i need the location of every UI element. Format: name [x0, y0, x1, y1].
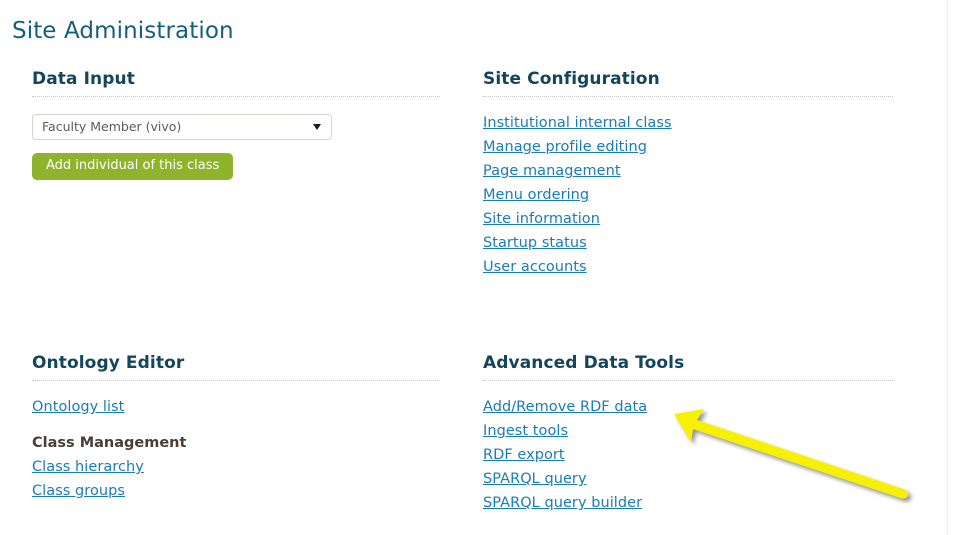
panel-heading-advanced-data-tools: Advanced Data Tools — [483, 353, 685, 373]
page-edge-divider — [947, 0, 948, 535]
link-add-remove-rdf-data[interactable]: Add/Remove RDF data — [483, 395, 647, 419]
list-item: Class hierarchy — [32, 455, 440, 479]
link-user-accounts[interactable]: User accounts — [483, 255, 587, 279]
site-configuration-link-list: Institutional internal class Manage prof… — [483, 111, 893, 279]
ontology-editor-link-list: Ontology list — [32, 395, 440, 419]
panel-heading-site-configuration: Site Configuration — [483, 69, 660, 89]
section-divider — [483, 96, 893, 97]
link-class-groups[interactable]: Class groups — [32, 479, 125, 503]
panel-ontology-editor: Ontology Editor Ontology list Class Mana… — [32, 352, 440, 503]
link-sparql-query[interactable]: SPARQL query — [483, 467, 587, 491]
list-item: Page management — [483, 159, 893, 183]
link-rdf-export[interactable]: RDF export — [483, 443, 565, 467]
advanced-data-tools-link-list: Add/Remove RDF data Ingest tools RDF exp… — [483, 395, 893, 515]
panel-advanced-data-tools: Advanced Data Tools Add/Remove RDF data … — [483, 352, 893, 515]
panel-heading-data-input: Data Input — [32, 69, 135, 89]
list-item: SPARQL query builder — [483, 491, 893, 515]
list-item: Startup status — [483, 231, 893, 255]
list-item: Ingest tools — [483, 419, 893, 443]
list-item: RDF export — [483, 443, 893, 467]
panel-heading-ontology-editor: Ontology Editor — [32, 353, 185, 373]
class-select-value: Faculty Member (vivo) — [42, 119, 182, 134]
section-divider — [32, 380, 440, 381]
list-item: Institutional internal class — [483, 111, 893, 135]
list-item: Site information — [483, 207, 893, 231]
link-class-hierarchy[interactable]: Class hierarchy — [32, 455, 144, 479]
class-management-label: Class Management — [32, 435, 187, 451]
list-item: Ontology list — [32, 395, 440, 419]
list-item: User accounts — [483, 255, 893, 279]
class-select[interactable]: Faculty Member (vivo) — [32, 114, 332, 140]
list-item: Manage profile editing — [483, 135, 893, 159]
link-page-management[interactable]: Page management — [483, 159, 621, 183]
section-divider — [483, 380, 893, 381]
section-divider — [32, 96, 440, 97]
list-item: SPARQL query — [483, 467, 893, 491]
link-menu-ordering[interactable]: Menu ordering — [483, 183, 589, 207]
class-management-link-list: Class hierarchy Class groups — [32, 455, 440, 503]
link-sparql-query-builder[interactable]: SPARQL query builder — [483, 491, 642, 515]
list-item: Class groups — [32, 479, 440, 503]
site-administration-page: Site Administration Data Input Faculty M… — [0, 0, 960, 535]
link-manage-profile-editing[interactable]: Manage profile editing — [483, 135, 647, 159]
link-startup-status[interactable]: Startup status — [483, 231, 587, 255]
panel-site-configuration: Site Configuration Institutional interna… — [483, 68, 893, 279]
list-item: Menu ordering — [483, 183, 893, 207]
link-institutional-internal-class[interactable]: Institutional internal class — [483, 111, 672, 135]
panel-data-input: Data Input Faculty Member (vivo) Add ind… — [32, 68, 440, 180]
chevron-down-icon — [313, 124, 321, 130]
link-ontology-list[interactable]: Ontology list — [32, 395, 124, 419]
page-title: Site Administration — [12, 18, 234, 45]
list-item: Add/Remove RDF data — [483, 395, 893, 419]
link-site-information[interactable]: Site information — [483, 207, 600, 231]
link-ingest-tools[interactable]: Ingest tools — [483, 419, 568, 443]
add-individual-button[interactable]: Add individual of this class — [32, 153, 234, 180]
